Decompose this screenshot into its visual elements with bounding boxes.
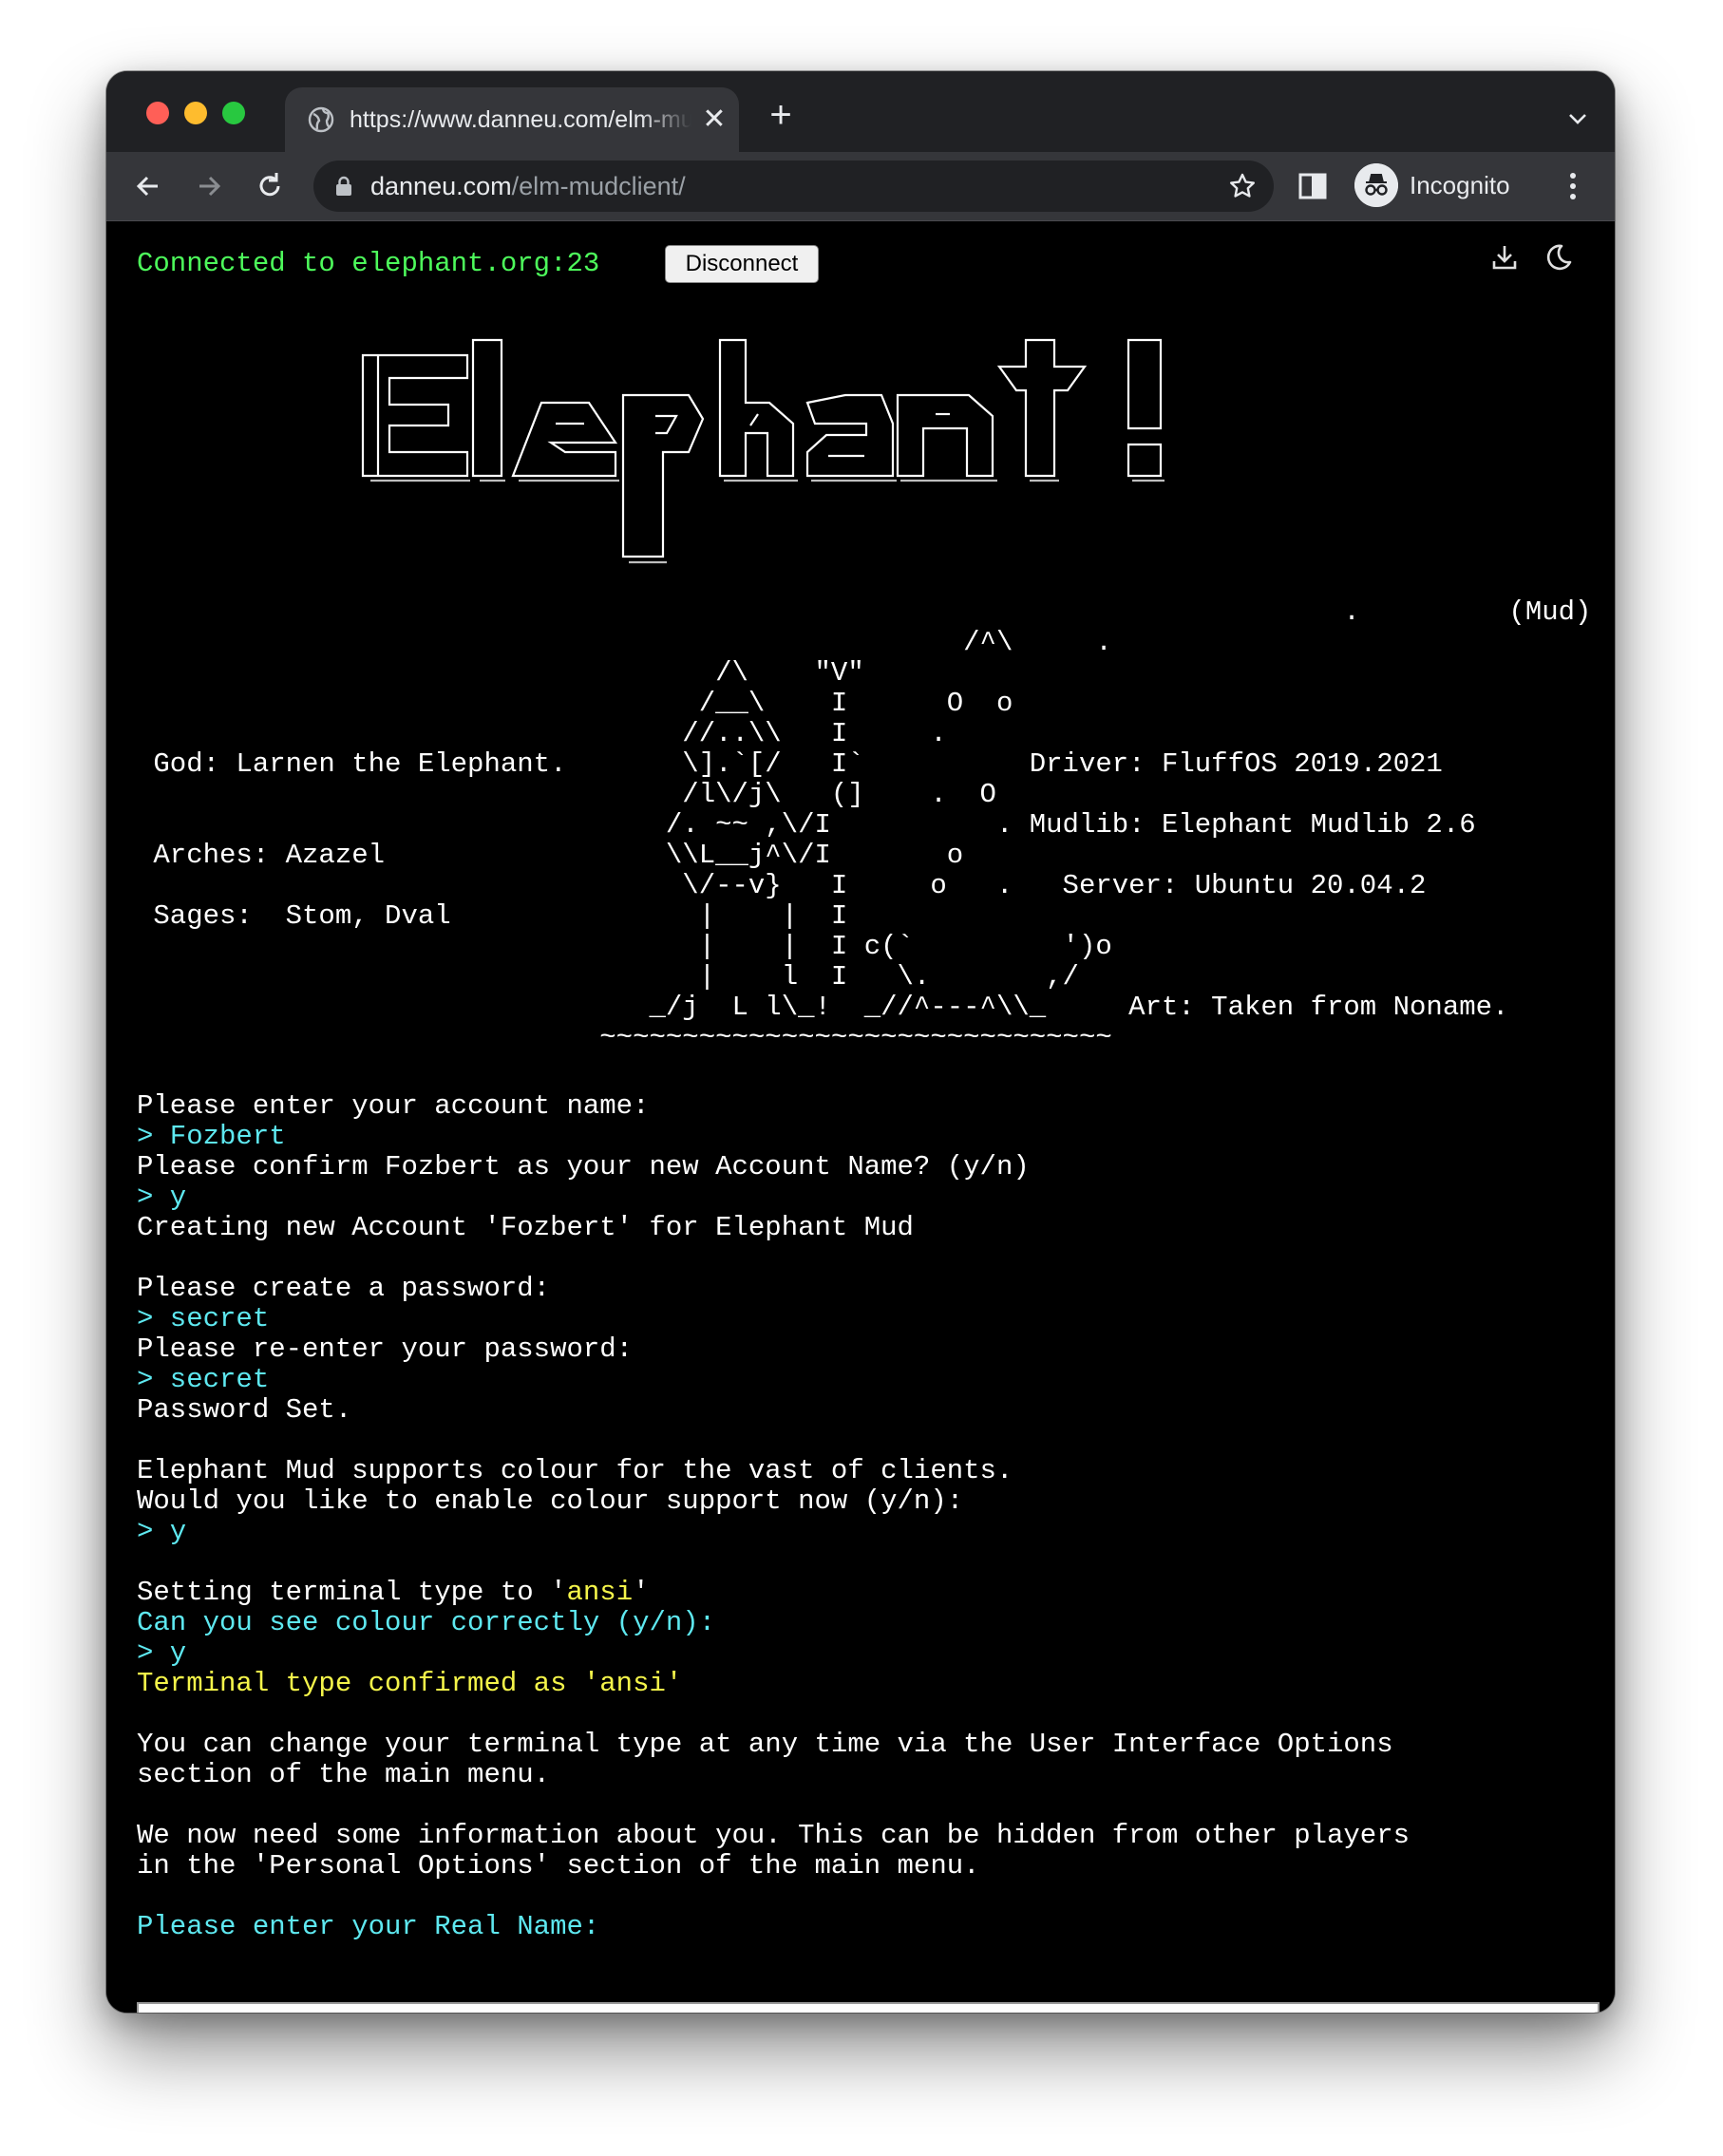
tab-search-icon[interactable] — [1563, 107, 1592, 130]
incognito-icon[interactable] — [1354, 163, 1398, 207]
url-host: danneu.com — [370, 172, 512, 200]
output-line: > secret — [137, 1303, 270, 1334]
star-icon[interactable] — [1228, 172, 1257, 200]
output-line: Setting terminal type to 'ansi' — [137, 1578, 1410, 1608]
output-line: Would you like to enable colour support … — [137, 1485, 964, 1517]
output-line: Password Set. — [137, 1394, 352, 1426]
tab-strip: https://www.danneu.com/elm-mudclient/ ✕ … — [106, 71, 1615, 152]
disconnect-button[interactable]: Disconnect — [665, 245, 819, 283]
mud-client-page: Connected to elephant.org:23 Disconnect — [106, 221, 1615, 2013]
output-line: > y — [137, 1637, 187, 1669]
side-panel-icon[interactable] — [1296, 169, 1330, 203]
output-line: section of the main menu. — [137, 1759, 551, 1790]
output-segment: ansi — [566, 1577, 634, 1608]
menu-icon[interactable] — [1565, 169, 1581, 203]
minimize-window-button[interactable] — [184, 102, 207, 124]
incognito-label[interactable]: Incognito — [1410, 169, 1510, 201]
command-input[interactable] — [139, 2004, 1598, 2013]
back-icon[interactable] — [129, 167, 167, 205]
output-line: Creating new Account 'Fozbert' for Eleph… — [137, 1212, 914, 1243]
url-path: /elm-mudclient/ — [511, 172, 686, 200]
output-line: in the 'Personal Options' section of the… — [137, 1850, 980, 1882]
address-bar[interactable]: danneu.com/elm-mudclient/ — [313, 161, 1274, 212]
terminal-output: Please enter your account name: > Fozbert… — [137, 1091, 1410, 1942]
output-line: Please enter your Real Name: — [137, 1911, 600, 1942]
close-window-button[interactable] — [146, 102, 169, 124]
download-icon[interactable] — [1489, 242, 1520, 273]
moon-icon[interactable] — [1543, 242, 1573, 273]
output-line: Terminal type confirmed as 'ansi' — [137, 1668, 683, 1699]
output-line: > y — [137, 1182, 187, 1213]
output-line: Please confirm Fozbert as your new Accou… — [137, 1151, 1030, 1182]
output-segment: ' — [633, 1577, 650, 1608]
tab-title: https://www.danneu.com/elm-mudclient/ — [350, 106, 691, 133]
tab-close-icon[interactable]: ✕ — [699, 104, 729, 135]
output-line: > Fozbert — [137, 1121, 286, 1152]
reload-icon[interactable] — [251, 167, 289, 205]
output-line: Please re-enter your password: — [137, 1333, 634, 1365]
output-line: We now need some information about you. … — [137, 1820, 1411, 1851]
browser-toolbar: danneu.com/elm-mudclient/ Incognito — [106, 152, 1615, 221]
command-input-box[interactable] — [137, 2002, 1600, 2013]
output-line: Please enter your account name: — [137, 1090, 650, 1122]
output-line: Please create a password: — [137, 1273, 551, 1304]
browser-window: https://www.danneu.com/elm-mudclient/ ✕ … — [106, 71, 1615, 2013]
zoom-window-button[interactable] — [222, 102, 245, 124]
lock-icon[interactable] — [334, 176, 353, 197]
forward-icon[interactable] — [190, 167, 228, 205]
output-line: > secret — [137, 1364, 270, 1395]
output-line: > y — [137, 1516, 187, 1547]
globe-icon — [308, 106, 334, 133]
new-tab-button[interactable]: + — [762, 96, 800, 136]
output-line: You can change your terminal type at any… — [137, 1729, 1393, 1760]
connection-status: Connected to elephant.org:23 — [137, 248, 600, 279]
elephant-ascii-logo — [361, 338, 1164, 564]
login-banner-art: . (Mud) /^\ . /\ "V" /__\ I O o //..\\ I… — [153, 596, 1592, 1053]
tab-active[interactable]: https://www.danneu.com/elm-mudclient/ ✕ — [285, 87, 739, 152]
output-line: Elephant Mud supports colour for the vas… — [137, 1455, 1013, 1486]
output-line: Can you see colour correctly (y/n): — [137, 1607, 716, 1638]
output-segment: Setting terminal type to ' — [137, 1577, 567, 1608]
url-text[interactable]: danneu.com/elm-mudclient/ — [370, 170, 686, 202]
